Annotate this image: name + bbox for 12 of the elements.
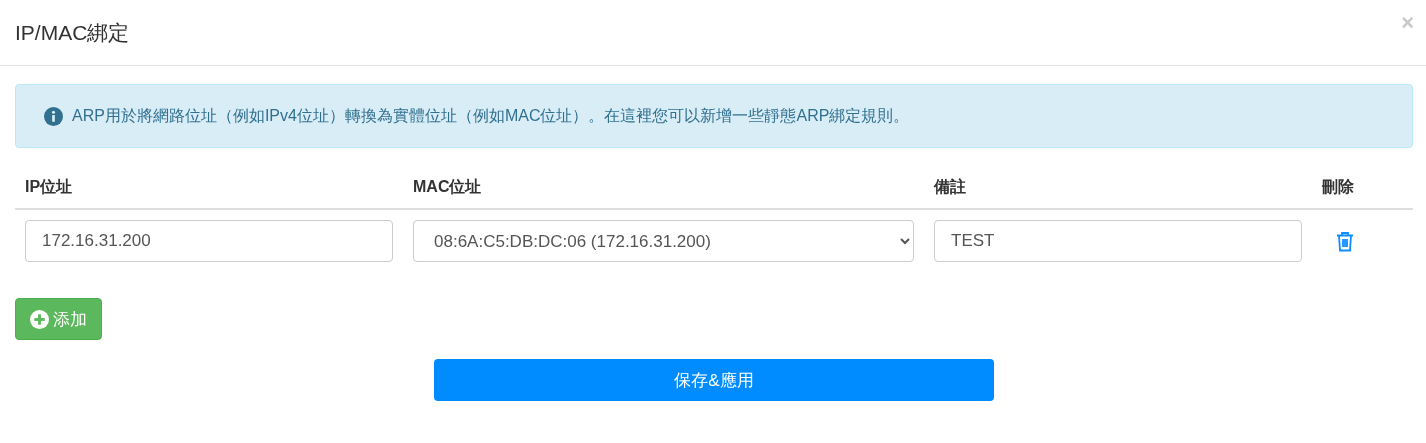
- alert-text: ARP用於將網路位址（例如IPv4位址）轉換為實體位址（例如MAC位址）。在這裡您可以新增一些靜態ARP綁定規則。: [72, 105, 910, 126]
- dialog-title: IP/MAC綁定: [15, 19, 130, 46]
- info-icon: [44, 106, 63, 126]
- delete-icon[interactable]: [1336, 230, 1354, 252]
- mac-select[interactable]: 08:6A:C5:DB:DC:06 (172.16.31.200): [413, 220, 914, 262]
- note-input[interactable]: TEST: [934, 220, 1302, 262]
- column-header: 備註: [924, 169, 1312, 210]
- column-header: MAC位址: [403, 169, 924, 210]
- plus-icon: [30, 309, 49, 329]
- column-header: IP位址: [15, 169, 403, 210]
- column-header: 刪除: [1312, 169, 1413, 210]
- ip-input[interactable]: 172.16.31.200: [25, 220, 393, 262]
